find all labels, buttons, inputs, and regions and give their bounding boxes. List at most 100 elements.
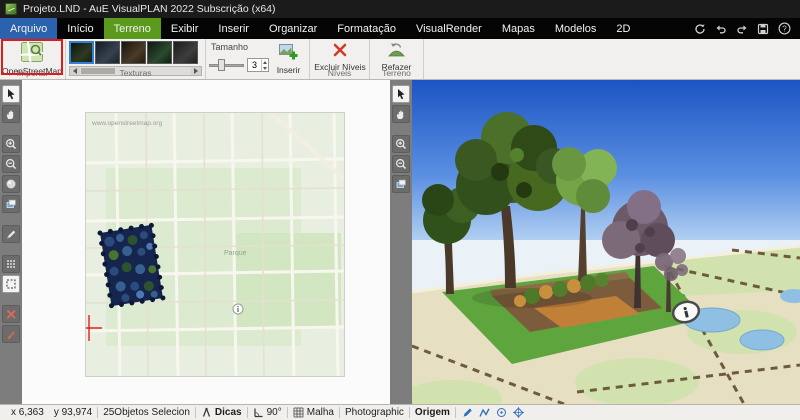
menu-visualrender[interactable]: VisualRender xyxy=(406,18,492,39)
application-window: Projeto.LND - AuE VisualPLAN 2022 Subscr… xyxy=(0,0,800,420)
menu-2d[interactable]: 2D xyxy=(606,18,640,39)
window-title: Projeto.LND - AuE VisualPLAN 2022 Subscr… xyxy=(23,3,276,15)
marquee-select-button[interactable] xyxy=(2,275,20,293)
map-document[interactable]: www.openstreetmap.org Parque xyxy=(85,112,345,377)
render-sphere-button[interactable] xyxy=(2,175,20,193)
zoom-out-button[interactable] xyxy=(2,155,20,173)
brush-icon xyxy=(5,328,17,340)
menu-modelos[interactable]: Modelos xyxy=(545,18,607,39)
texture-thumbnail[interactable] xyxy=(121,41,146,64)
park-label: Parque xyxy=(224,250,247,257)
pane-3d xyxy=(412,80,800,404)
pan-tool-button-3d[interactable] xyxy=(392,105,410,123)
tamanho-slider[interactable] xyxy=(209,59,244,71)
dicas-toggle[interactable]: Dicas xyxy=(196,407,247,418)
menu-terreno[interactable]: Terreno xyxy=(104,18,161,39)
ribbon-group-texturas: Texturas xyxy=(66,39,206,79)
help-icon[interactable]: ? xyxy=(777,22,791,36)
osm-map-icon xyxy=(21,42,43,65)
inserir-button[interactable]: Inserir xyxy=(271,41,306,76)
grid-icon xyxy=(293,407,304,418)
tamanho-value: 3 xyxy=(248,59,261,71)
slider-track xyxy=(209,64,244,67)
ribbon-group-inserir: Tamanho 3 xyxy=(206,39,310,79)
map-watermark: www.openstreetmap.org xyxy=(91,120,162,127)
tamanho-label: Tamanho xyxy=(211,42,269,52)
quick-access-icons: ? xyxy=(693,18,800,39)
views-button[interactable] xyxy=(2,195,20,213)
zoom-in-icon xyxy=(5,138,17,150)
app-icon xyxy=(5,3,17,15)
red-x-icon xyxy=(5,308,17,320)
tamanho-spinbox[interactable]: 3 xyxy=(247,58,269,72)
pane-2d: www.openstreetmap.org Parque xyxy=(22,80,390,404)
status-bar: x 6,363 y 93,974 25Objetos Selecion Dica… xyxy=(0,404,800,420)
zoom-in-button[interactable] xyxy=(2,135,20,153)
texture-thumbnail[interactable] xyxy=(173,41,198,64)
left-toolbar xyxy=(0,80,22,404)
slider-handle[interactable] xyxy=(218,59,225,71)
cursor-icon xyxy=(395,88,407,100)
ribbon-group-importar: OpenStreetMap Importar xyxy=(0,39,66,79)
origem-button[interactable]: Origem xyxy=(410,407,455,418)
zoom-in-icon xyxy=(395,138,407,150)
render-mode[interactable]: Photographic xyxy=(340,407,409,418)
erase-tool-button[interactable] xyxy=(2,325,20,343)
malha-toggle[interactable]: Malha xyxy=(288,407,339,418)
pencil-blue-icon[interactable] xyxy=(462,407,473,418)
osnap-diamond-icon[interactable] xyxy=(513,407,524,418)
select-tool-button-3d[interactable] xyxy=(392,85,410,103)
coordinate-x: x 6,363 xyxy=(6,407,49,418)
ribbon-empty-space xyxy=(424,39,800,79)
selected-planting-area[interactable] xyxy=(100,225,163,306)
zoom-out-icon xyxy=(395,158,407,170)
menu-organizar[interactable]: Organizar xyxy=(259,18,327,39)
rebuild-terrain-icon xyxy=(388,42,405,61)
marquee-icon xyxy=(5,278,17,290)
redo-icon[interactable] xyxy=(735,22,749,36)
select-tool-button[interactable] xyxy=(2,85,20,103)
texture-thumbnail[interactable] xyxy=(69,41,94,64)
cursor-icon xyxy=(5,88,17,100)
svg-text:?: ? xyxy=(782,24,787,33)
view-3d-canvas[interactable] xyxy=(412,80,800,404)
layers-icon xyxy=(395,178,407,190)
spin-down-button[interactable] xyxy=(262,65,268,71)
menu-inserir[interactable]: Inserir xyxy=(208,18,259,39)
undo-icon[interactable] xyxy=(714,22,728,36)
pencil-icon xyxy=(5,228,17,240)
hatch-tool-button[interactable] xyxy=(2,255,20,273)
save-icon[interactable] xyxy=(756,22,770,36)
ribbon-group-terreno: Refazer Terreno xyxy=(370,39,424,79)
insert-image-icon xyxy=(279,42,298,64)
center-snap-icon[interactable] xyxy=(496,407,507,418)
pan-tool-button[interactable] xyxy=(2,105,20,123)
delete-object-button[interactable] xyxy=(2,305,20,323)
compass-icon xyxy=(201,407,212,418)
menu-mapas[interactable]: Mapas xyxy=(492,18,545,39)
zoom-in-button-3d[interactable] xyxy=(392,135,410,153)
texture-thumbnail[interactable] xyxy=(147,41,172,64)
group-label-texturas: Texturas xyxy=(66,68,205,79)
map-2d-canvas[interactable]: www.openstreetmap.org Parque xyxy=(86,113,345,377)
zoom-out-button-3d[interactable] xyxy=(392,155,410,173)
texture-thumbnail[interactable] xyxy=(95,41,120,64)
selection-count: 25Objetos Selecion xyxy=(98,407,195,418)
group-label-terreno: Terreno xyxy=(370,68,423,79)
menu-formatacao[interactable]: Formatação xyxy=(327,18,406,39)
draw-tool-button[interactable] xyxy=(2,225,20,243)
delete-x-icon xyxy=(332,42,348,61)
title-bar[interactable]: Projeto.LND - AuE VisualPLAN 2022 Subscr… xyxy=(0,0,800,18)
menu-arquivo[interactable]: Arquivo xyxy=(0,18,57,39)
menu-inicio[interactable]: Início xyxy=(57,18,103,39)
menu-exibir[interactable]: Exibir xyxy=(161,18,209,39)
ribbon: OpenStreetMap Importar Text xyxy=(0,39,800,80)
angle-indicator[interactable]: 90° xyxy=(248,407,287,418)
polyline-icon[interactable] xyxy=(479,407,490,418)
ribbon-group-niveis: Excluir Níveis Níveis xyxy=(310,39,370,79)
refresh-icon[interactable] xyxy=(693,22,707,36)
coordinate-y: y 93,974 xyxy=(49,407,97,418)
view3d-toolbar xyxy=(390,80,412,404)
views-button-3d[interactable] xyxy=(392,175,410,193)
snap-mode-icons xyxy=(456,407,530,418)
